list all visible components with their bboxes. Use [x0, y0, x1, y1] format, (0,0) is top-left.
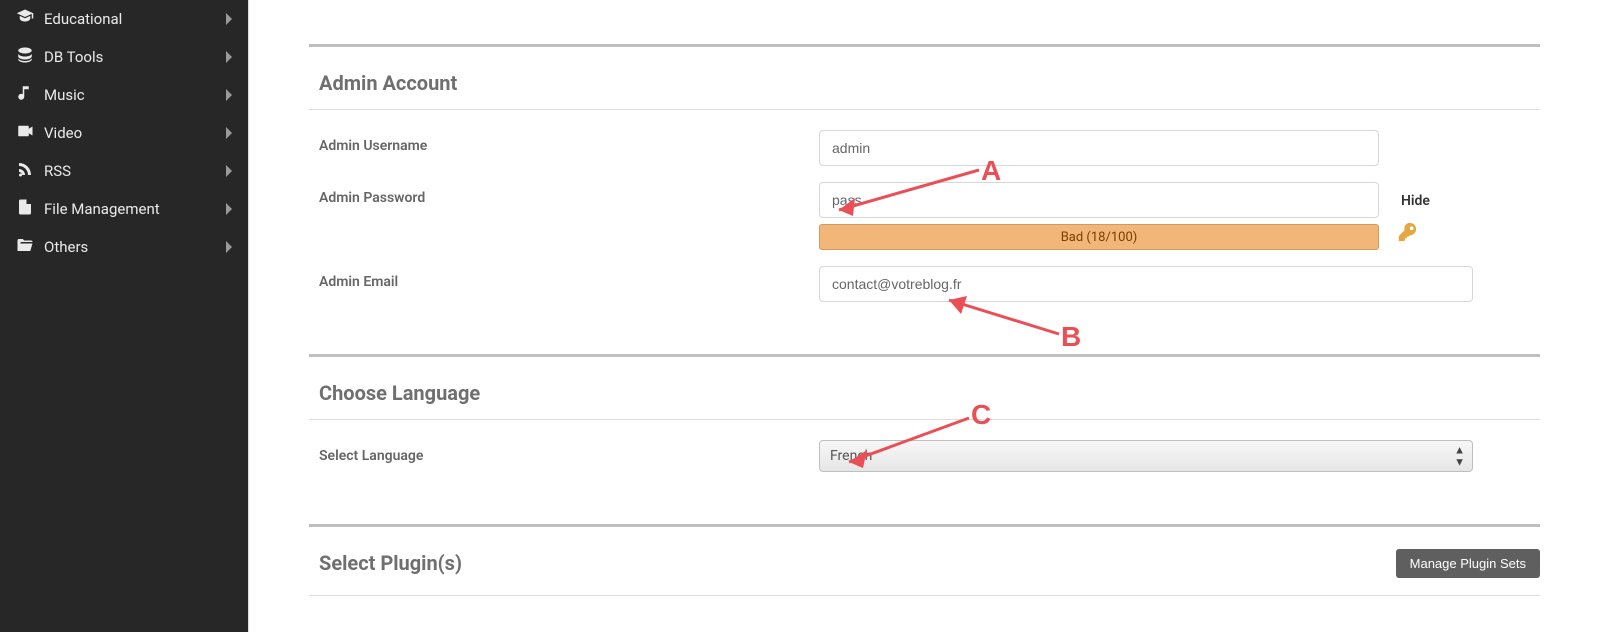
- sidebar-item-label: RSS: [44, 162, 71, 180]
- admin-password-label: Admin Password: [319, 182, 819, 206]
- database-icon: [16, 46, 34, 68]
- chevron-right-icon: [224, 164, 234, 178]
- music-icon: [16, 84, 34, 106]
- admin-username-input[interactable]: [819, 130, 1379, 166]
- sidebar-item-rss[interactable]: RSS: [0, 152, 248, 190]
- chevron-right-icon: [224, 50, 234, 64]
- thin-divider: [309, 109, 1540, 110]
- sidebar-item-label: Video: [44, 124, 82, 142]
- key-icon[interactable]: [1397, 221, 1419, 247]
- sidebar-item-label: Others: [44, 238, 88, 256]
- row-admin-username: Admin Username: [309, 122, 1540, 174]
- sidebar-item-educational[interactable]: Educational: [0, 0, 248, 38]
- sidebar-nav: Educational DB Tools Music Video: [0, 0, 248, 632]
- language-select[interactable]: French ▲▼: [819, 440, 1473, 472]
- sidebar-item-db-tools[interactable]: DB Tools: [0, 38, 248, 76]
- sidebar-item-others[interactable]: Others: [0, 228, 248, 266]
- graduation-cap-icon: [16, 8, 34, 30]
- section-divider: [309, 524, 1540, 527]
- chevron-right-icon: [224, 12, 234, 26]
- chevron-right-icon: [224, 202, 234, 216]
- row-admin-email: Admin Email: [309, 258, 1540, 310]
- language-selected-value: French: [830, 448, 872, 464]
- row-admin-password: Admin Password Hide Bad (18/100): [309, 174, 1540, 258]
- sidebar-item-label: Music: [44, 86, 85, 104]
- sidebar-item-music[interactable]: Music: [0, 76, 248, 114]
- chevron-right-icon: [224, 240, 234, 254]
- sidebar-item-label: File Management: [44, 200, 160, 218]
- sidebar-item-file-management[interactable]: File Management: [0, 190, 248, 228]
- select-language-label: Select Language: [319, 440, 819, 464]
- choose-language-title: Choose Language: [319, 375, 1540, 419]
- main-content: Admin Account Admin Username Admin Passw…: [248, 0, 1600, 632]
- admin-username-label: Admin Username: [319, 130, 819, 154]
- admin-email-label: Admin Email: [319, 266, 819, 290]
- sidebar-item-label: DB Tools: [44, 48, 103, 66]
- admin-account-title: Admin Account: [319, 65, 1540, 109]
- password-strength-bar: Bad (18/100): [819, 224, 1379, 250]
- thin-divider: [309, 595, 1540, 596]
- admin-password-input[interactable]: [819, 182, 1379, 218]
- chevron-right-icon: [224, 126, 234, 140]
- admin-email-input[interactable]: [819, 266, 1473, 302]
- sidebar-item-video[interactable]: Video: [0, 114, 248, 152]
- password-toggle-link[interactable]: Hide: [1401, 193, 1430, 209]
- rss-icon: [16, 160, 34, 182]
- chevron-right-icon: [224, 88, 234, 102]
- select-caret-icon: ▲▼: [1454, 445, 1465, 468]
- select-plugins-title: Select Plugin(s): [319, 545, 462, 581]
- thin-divider: [309, 419, 1540, 420]
- section-divider: [309, 44, 1540, 47]
- file-icon: [16, 198, 34, 220]
- manage-plugin-sets-button[interactable]: Manage Plugin Sets: [1396, 549, 1540, 578]
- row-select-language: Select Language French ▲▼: [309, 432, 1540, 480]
- sidebar-item-label: Educational: [44, 10, 122, 28]
- video-icon: [16, 122, 34, 144]
- section-divider: [309, 354, 1540, 357]
- folder-open-icon: [16, 236, 34, 258]
